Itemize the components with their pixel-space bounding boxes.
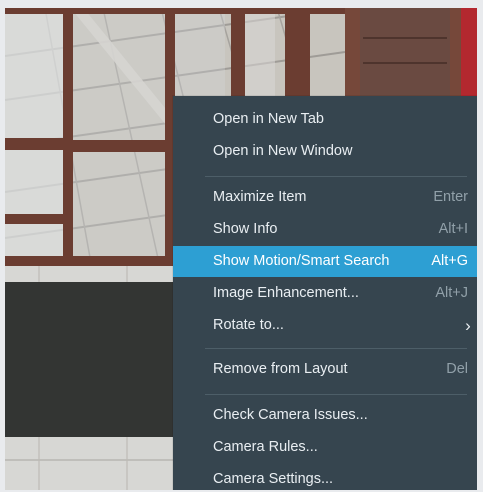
menu-item-label: Maximize Item [213, 189, 307, 205]
menu-item-label: Open in New Tab [213, 111, 324, 127]
menu-item-shortcut: Alt+J [435, 285, 468, 301]
menu-item-camera-settings[interactable]: Camera Settings... [173, 464, 477, 490]
menu-item-shortcut: Del [446, 361, 468, 377]
menu-item-remove-from-layout[interactable]: Remove from Layout Del [173, 354, 477, 385]
menu-item-open-in-new-tab[interactable]: Open in New Tab [173, 104, 477, 135]
glass-center-panel [69, 8, 166, 266]
menu-item-shortcut: Alt+I [438, 221, 468, 237]
menu-item-label: Camera Rules... [213, 439, 318, 455]
menu-item-shortcut: Alt+G [431, 253, 468, 269]
menu-item-label: Rotate to... [213, 317, 284, 333]
menu-item-label: Camera Settings... [213, 471, 334, 487]
camera-item-frame[interactable]: Open in New Tab Open in New Window Maxim… [5, 8, 477, 490]
menu-separator [205, 394, 467, 395]
menu-item-open-in-new-window[interactable]: Open in New Window [173, 136, 477, 167]
chevron-right-icon: › [465, 316, 471, 335]
menu-separator [205, 348, 467, 349]
context-menu[interactable]: Open in New Tab Open in New Window Maxim… [173, 96, 477, 490]
menu-item-label: Show Motion/Smart Search [213, 253, 390, 269]
menu-separator [205, 176, 467, 177]
menu-item-check-camera-issues[interactable]: Check Camera Issues... [173, 400, 477, 431]
menu-item-label: Image Enhancement... [213, 285, 359, 301]
menu-item-shortcut: Enter [433, 189, 468, 205]
menu-item-camera-rules[interactable]: Camera Rules... [173, 432, 477, 463]
menu-item-image-enhancement[interactable]: Image Enhancement... Alt+J [173, 278, 477, 309]
glass-left-panel [5, 8, 63, 266]
menu-item-show-info[interactable]: Show Info Alt+I [173, 214, 477, 245]
menu-item-label: Check Camera Issues... [213, 407, 368, 423]
menu-item-label: Remove from Layout [213, 361, 348, 377]
menu-item-maximize-item[interactable]: Maximize Item Enter [173, 182, 477, 213]
menu-item-label: Open in New Window [213, 143, 353, 159]
menu-item-label: Show Info [213, 221, 278, 237]
menu-item-show-motion-smart-search[interactable]: Show Motion/Smart Search Alt+G [173, 246, 477, 277]
mailbox-panel [360, 8, 450, 98]
menu-item-rotate-to[interactable]: Rotate to... › [173, 310, 477, 341]
